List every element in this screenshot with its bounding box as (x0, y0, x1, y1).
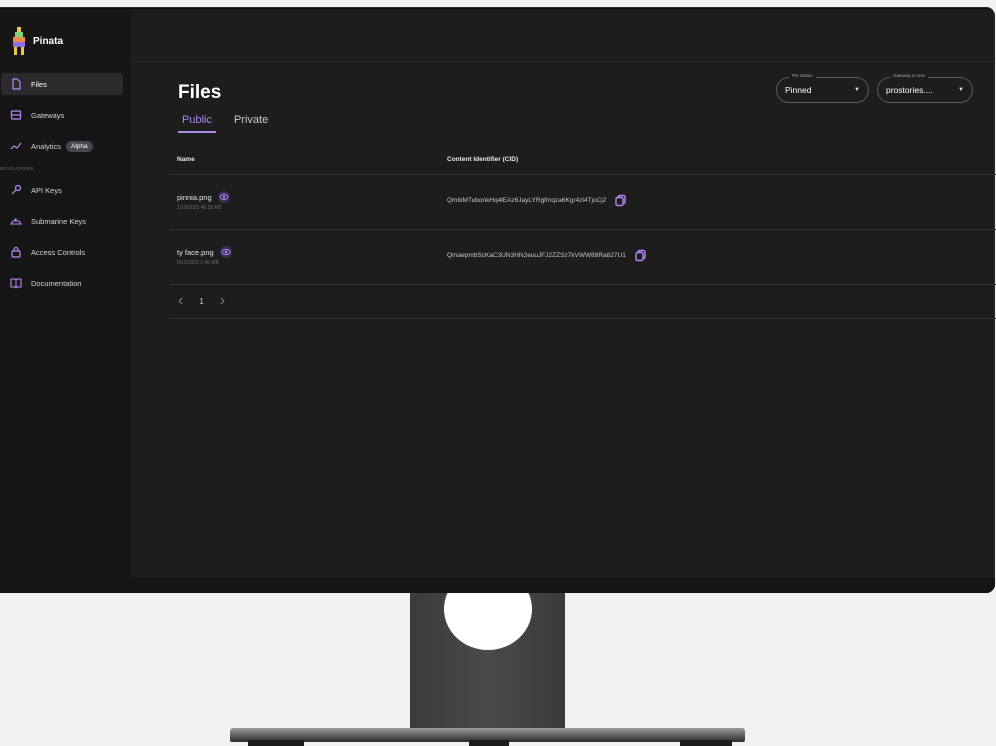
cid-cell: QmaepmbScKaC3UN3HN2euuJFJ2ZZSz7kVWW88Ra8… (447, 249, 647, 262)
eye-icon[interactable] (219, 246, 232, 258)
cid-value: QmaepmbScKaC3UN3HN2euuJFJ2ZZSz7kVWW88Ra8… (447, 252, 626, 259)
sidebar-nav: Files Gateways Analytics Alpha DEVELOPER… (0, 73, 131, 303)
cid-cell: QmbiMTubonkHq4lEAz6JayLYRgfmqza6Kgr4zi4T… (447, 194, 627, 207)
chevron-left-icon[interactable]: ‹ (178, 292, 183, 310)
sidebar-item-label: Submarine Keys (31, 216, 87, 226)
sidebar-item-label: Analytics (31, 141, 62, 151)
developers-section-label: DEVELOPERS (0, 166, 34, 171)
chevron-down-icon: ▼ (958, 87, 964, 93)
sidebar-item-gateways[interactable]: Gateways (1, 104, 131, 126)
submarine-icon (10, 215, 22, 227)
sidebar-item-documentation[interactable]: Documentation (1, 272, 131, 294)
column-header-cid: Content Identifier (CID) (447, 156, 519, 163)
file-visibility-tabs: Public Private (178, 114, 268, 133)
monitor-chin (0, 578, 995, 593)
table-row[interactable]: pinnia.png 1/15/2022 45.28 KB QmbiMTubon… (169, 174, 996, 230)
file-meta: 1/15/2022 45.28 KB (177, 205, 222, 211)
chevron-right-icon[interactable]: › (220, 292, 225, 310)
gateway-select[interactable]: Gateway to Use prostories.... ▼ (877, 73, 973, 103)
sidebar-item-access-controls[interactable]: Access Controls (1, 241, 131, 263)
alpha-badge: Alpha (66, 140, 93, 152)
chevron-down-icon: ▼ (854, 87, 860, 93)
pin-status-value: Pinned (785, 85, 812, 95)
sidebar-item-analytics[interactable]: Analytics Alpha (1, 135, 131, 157)
pinata-logo-icon (12, 27, 26, 55)
monitor-foot-left (248, 740, 304, 746)
pin-status-select[interactable]: Pin Status Pinned ▼ (776, 73, 869, 103)
eye-icon[interactable] (217, 191, 230, 203)
chart-line-icon (10, 140, 22, 152)
top-bar (131, 9, 994, 62)
sidebar-item-files[interactable]: Files (1, 73, 123, 95)
file-meta: 5/11/2022 1.46 MB (177, 260, 219, 266)
file-name: ty face.png (177, 247, 214, 257)
sidebar-item-label: Files (31, 79, 47, 89)
sidebar-item-label: Documentation (31, 278, 82, 288)
file-name-cell: pinnia.png (177, 191, 230, 203)
table-row[interactable]: ty face.png 5/11/2022 1.46 MB QmaepmbScK… (169, 229, 996, 285)
file-icon (10, 78, 22, 90)
copy-icon[interactable] (614, 194, 627, 207)
tab-private[interactable]: Private (234, 114, 268, 133)
tab-public[interactable]: Public (178, 114, 216, 133)
book-icon (10, 277, 22, 289)
gateway-label: Gateway to Use (890, 73, 929, 78)
copy-icon[interactable] (634, 249, 647, 262)
cid-value: QmbiMTubonkHq4lEAz6JayLYRgfmqza6Kgr4zi4T… (447, 197, 607, 204)
sidebar-item-api-keys[interactable]: API Keys (1, 179, 131, 201)
gateway-value: prostories.... (886, 85, 933, 95)
pagination: ‹ 1 › (178, 292, 225, 310)
file-name-cell: ty face.png (177, 246, 232, 258)
table-header-row: Name Content Identifier (CID) (169, 145, 996, 175)
brand-name: Pinata (33, 35, 64, 47)
gateway-icon (10, 109, 22, 121)
monitor-foot-right (680, 740, 732, 746)
column-header-name: Name (177, 156, 195, 163)
pin-status-label: Pin Status (789, 73, 816, 78)
page-title: Files (178, 82, 222, 103)
sidebar-item-submarine-keys[interactable]: Submarine Keys (1, 210, 131, 232)
key-icon (10, 184, 22, 196)
sidebar-item-label: Access Controls (31, 247, 86, 257)
pagination-row (169, 284, 996, 319)
monitor-foot-center (469, 740, 509, 746)
sidebar-item-label: API Keys (31, 185, 62, 195)
sidebar: Pinata Files Gateways Analytics Alpha DE… (0, 9, 131, 578)
sidebar-item-label: Gateways (31, 110, 65, 120)
current-page[interactable]: 1 (199, 297, 203, 306)
lock-icon (10, 246, 22, 258)
brand-logo[interactable]: Pinata (12, 27, 63, 55)
file-name: pinnia.png (177, 192, 212, 202)
